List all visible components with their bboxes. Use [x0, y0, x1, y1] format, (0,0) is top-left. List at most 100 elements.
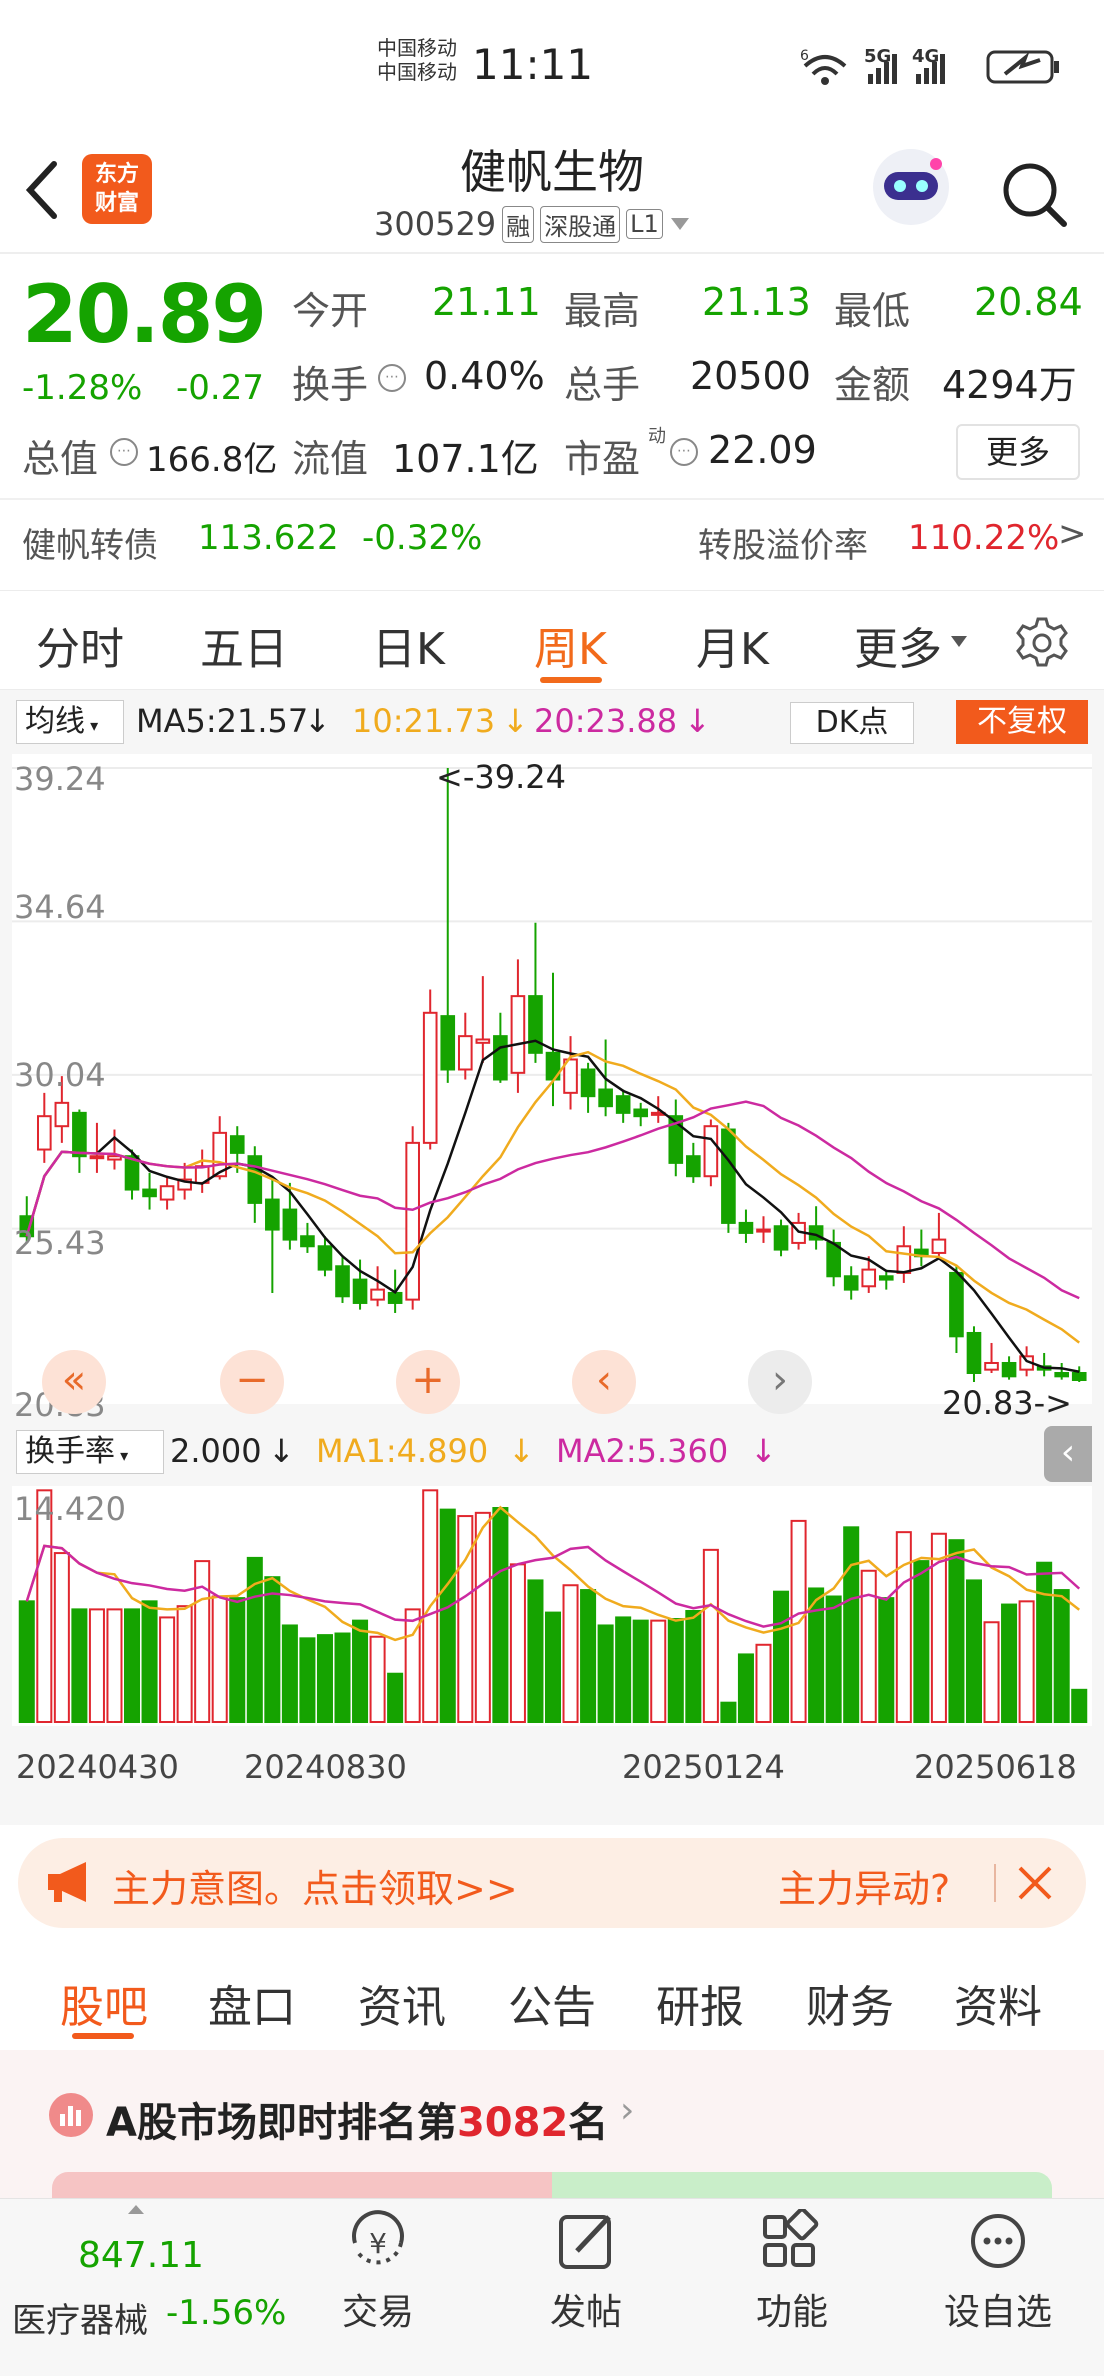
indicator-selector[interactable]: 换手率 ▾ [16, 1430, 164, 1474]
close-icon[interactable] [1016, 1864, 1054, 1902]
nav-functions[interactable]: 功能 [722, 2207, 862, 2335]
tab-forum[interactable]: 股吧 [60, 1971, 148, 2035]
min-price-marker: 20.83-> [942, 1384, 1072, 1422]
indicator-ma2: MA2:5.360 [556, 1432, 729, 1470]
nav-add-watchlist[interactable]: 设自选 [928, 2209, 1068, 2335]
more-button[interactable]: 更多 [956, 424, 1080, 480]
scroll-left-button[interactable]: ‹ [572, 1350, 636, 1414]
scroll-right-button[interactable]: › [748, 1350, 812, 1414]
dk-point-button[interactable]: DK点 [790, 702, 914, 744]
candle-body [475, 1038, 491, 1044]
turnover-bar [948, 1539, 965, 1724]
tab-financials[interactable]: 财务 [806, 1971, 894, 2035]
indicator-value: 2.000 [170, 1432, 262, 1470]
main-force-banner[interactable]: 主力意图。点击领取>> 主力异动? [18, 1838, 1086, 1928]
candle-body [633, 1108, 649, 1118]
tab-weekly-k[interactable]: 周K [534, 613, 607, 677]
chevron-right-icon[interactable]: > [1058, 514, 1087, 554]
search-icon[interactable] [998, 158, 1070, 230]
turnover-bar [737, 1653, 754, 1723]
candle-body [843, 1275, 859, 1291]
candle-body [615, 1095, 631, 1114]
candle-body [686, 1155, 701, 1178]
turnover-chart[interactable] [12, 1486, 1092, 1726]
nav-trade[interactable]: ¥ 交易 [308, 2209, 448, 2335]
signal-icons: 6 5G 4G [800, 46, 1059, 85]
turnover-label: 换手 [292, 363, 369, 407]
collapse-panel-button[interactable]: ‹ [1044, 1426, 1092, 1482]
level-badge: L1 [626, 209, 663, 239]
triangle-up-icon [128, 2205, 144, 2214]
robot-assistant-icon[interactable] [866, 142, 956, 232]
zoom-in-button[interactable]: + [396, 1350, 460, 1414]
tab-news[interactable]: 资讯 [358, 1971, 446, 2035]
tab-daily-k[interactable]: 日K [372, 613, 445, 677]
candlestick-chart[interactable] [12, 754, 1092, 1404]
bottom-navigation: 847.11 医疗器械 -1.56% ¥ 交易 发帖 功能 设自选 [0, 2198, 1104, 2376]
zoom-out-button[interactable]: − [220, 1350, 284, 1414]
banner-right-text: 主力异动? [778, 1867, 951, 1911]
candle-body [738, 1221, 754, 1234]
change-amount: -0.27 [176, 368, 264, 408]
tab-monthly-k[interactable]: 月K [696, 613, 769, 677]
last-price: 20.89 [22, 268, 267, 361]
info-icon[interactable]: ⋯ [110, 438, 138, 466]
y-axis-label-3: 30.04 [14, 1056, 106, 1094]
max-price-marker: <-39.24 [436, 758, 566, 796]
high-value: 21.13 [702, 280, 811, 324]
amount-value: 4294万 [942, 363, 1077, 407]
turnover-bar [299, 1637, 316, 1724]
turnover-value: 0.40% [424, 354, 545, 398]
nav-post[interactable]: 发帖 [516, 2209, 656, 2335]
turnover-bar [439, 1508, 456, 1723]
turnover-bar [159, 1616, 176, 1723]
connect-badge: 深股通 [540, 205, 621, 243]
sector-index-value[interactable]: 847.11 [78, 2235, 204, 2276]
tab-intraday[interactable]: 分时 [36, 613, 124, 677]
tab-five-day[interactable]: 五日 [200, 613, 288, 677]
turnover-bar [194, 1560, 211, 1723]
tab-order-book[interactable]: 盘口 [208, 1971, 296, 2035]
tab-more[interactable]: 更多 [854, 613, 942, 677]
ma-selector[interactable]: 均线 ▾ [16, 700, 124, 744]
candle-body [370, 1288, 385, 1301]
candle-body [931, 1238, 947, 1254]
pe-label: 市盈 [564, 437, 641, 481]
scroll-to-start-button[interactable]: « [42, 1350, 106, 1414]
date-label-4: 20250618 [914, 1748, 1077, 1786]
tab-announcements[interactable]: 公告 [508, 1971, 596, 2035]
ma-selector-label: 均线 [25, 704, 85, 739]
y-axis-label-2: 34.64 [14, 888, 106, 926]
candle-body [721, 1128, 736, 1224]
tab-research[interactable]: 研报 [656, 1971, 744, 2035]
candle-body [756, 1228, 771, 1233]
settings-gear-icon[interactable] [1014, 615, 1070, 671]
turnover-bar [1001, 1603, 1018, 1723]
ma5-label: MA5:21.57 [136, 702, 309, 740]
turnover-bar [755, 1643, 772, 1723]
convertible-bond-name[interactable]: 健帆转债 [22, 518, 158, 567]
info-icon[interactable]: ⋯ [378, 364, 406, 392]
candle-body [703, 1125, 719, 1178]
grid-functions-icon [763, 2207, 819, 2267]
indicator-selector-label: 换手率 [25, 1434, 115, 1469]
market-rank-card[interactable]: A股市场即时排名第3082名 › [0, 2050, 1104, 2202]
candle-body [405, 1141, 420, 1301]
sector-name[interactable]: 医疗器械 [12, 2293, 148, 2342]
tab-profile[interactable]: 资料 [954, 1971, 1042, 2035]
date-label-3: 20250124 [622, 1748, 785, 1786]
stock-code-row[interactable]: 300529 融 深股通 L1 [374, 202, 691, 246]
info-icon[interactable]: ⋯ [670, 438, 698, 466]
turnover-bar [773, 1590, 790, 1723]
candle-body [300, 1235, 315, 1248]
nav-add-watchlist-label: 设自选 [943, 2292, 1052, 2333]
candle-body [335, 1265, 350, 1298]
turnover-bar [316, 1634, 333, 1723]
turnover-bar [720, 1701, 737, 1723]
candle-body [247, 1155, 263, 1204]
divider [994, 1864, 996, 1902]
indicator-ma1: MA1:4.890 [316, 1432, 489, 1470]
ma20-label: 20:23.88 [534, 702, 678, 740]
turnover-bar [1053, 1589, 1070, 1723]
no-adjust-button[interactable]: 不复权 [956, 700, 1088, 744]
